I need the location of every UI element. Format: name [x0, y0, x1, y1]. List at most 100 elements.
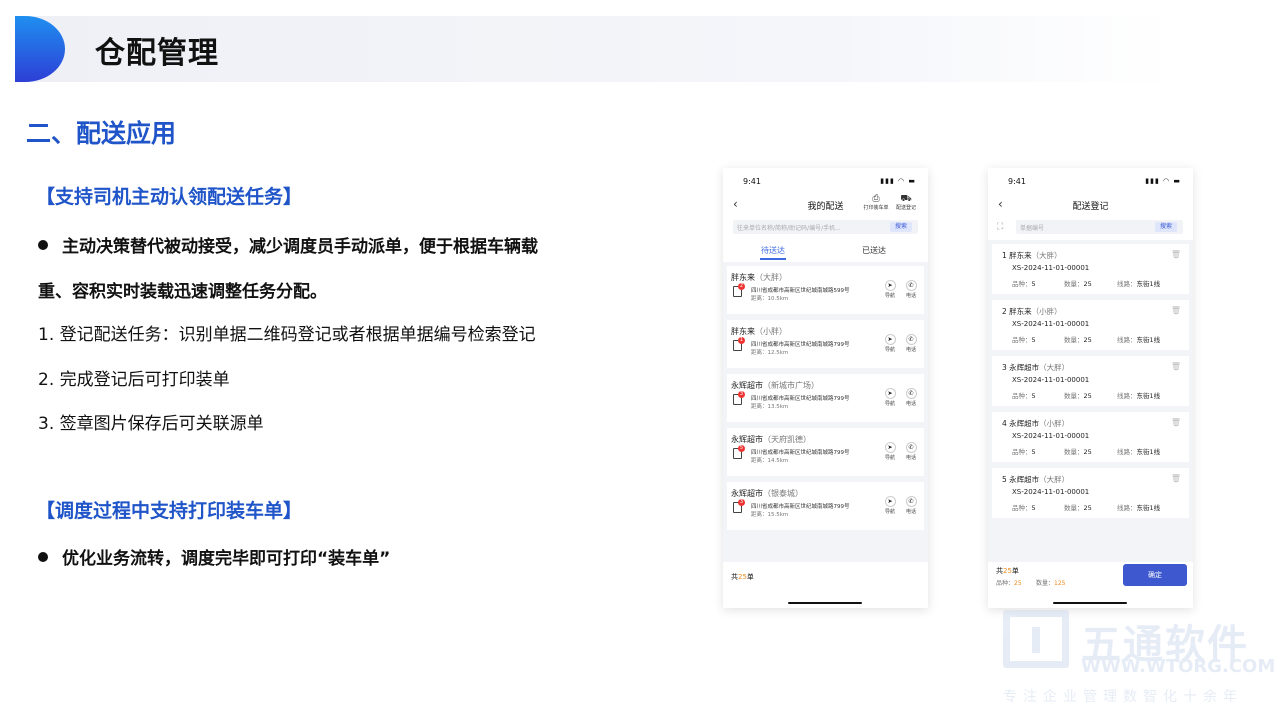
navigate-button[interactable]: ➤ 导航 [882, 334, 898, 353]
record-title: 1 胖东来（大胖） [1002, 250, 1062, 261]
tab-bar: 待送达 已送达 [723, 242, 928, 262]
tab-delivered[interactable]: 已送达 [862, 245, 886, 256]
kinds-label: 品种： [1012, 280, 1032, 288]
route-label: 线路： [1117, 392, 1137, 400]
navigate-label: 导航 [884, 401, 895, 407]
search-input[interactable]: 往来单位名称/简称/助记码/编号/手机... [737, 223, 887, 232]
record-card[interactable]: 2 胖东来（小胖） XS-2024-11-01-00001 品种：5 数量：25… [992, 300, 1189, 350]
qty-label: 数量： [1064, 280, 1084, 288]
total-count: 共25单 [731, 572, 754, 582]
tab-pending[interactable]: 待送达 [761, 245, 785, 256]
search-button[interactable]: 搜索 [889, 222, 912, 232]
footer-qty: 数量：125 [1036, 578, 1065, 587]
record-store: 永辉超市 [1009, 363, 1040, 372]
confirm-button[interactable]: 确定 [1123, 564, 1187, 586]
status-bar: 9:41 ▮▮▮ ◠ ▬ [723, 168, 928, 192]
document-icon: 1 [733, 337, 745, 351]
document-icon: 2 [733, 283, 745, 297]
footer-bar: 共25单 [723, 562, 928, 608]
record-branch: （大胖） [1039, 363, 1070, 372]
route-label: 线路： [1117, 280, 1137, 288]
trash-icon[interactable]: 🗑 [1171, 418, 1181, 427]
kinds-value: 5 [1031, 448, 1036, 456]
footer-kinds-value: 25 [1014, 580, 1022, 587]
record-card[interactable]: 3 永辉超市（大胖） XS-2024-11-01-00001 品种：5 数量：2… [992, 356, 1189, 406]
feature1-bullet-text: 主动决策替代被动接受，减少调度员手动派单，便于根据车辆载 [62, 237, 538, 257]
navigate-button[interactable]: ➤ 导航 [882, 496, 898, 515]
order-store: 永辉超市 [731, 435, 763, 444]
status-bar: 9:41 ▮▮▮ ◠ ▬ [988, 168, 1193, 192]
record-code: XS-2024-11-01-00001 [1012, 432, 1090, 440]
record-qty: 数量：25 [1064, 502, 1092, 512]
route-label: 线路： [1117, 336, 1137, 344]
document-icon: 3 [733, 391, 745, 405]
navigate-button[interactable]: ➤ 导航 [882, 388, 898, 407]
search-bar[interactable]: 往来单位名称/简称/助记码/编号/手机... 搜索 [733, 220, 918, 234]
record-card[interactable]: 4 永辉超市（小胖） XS-2024-11-01-00001 品种：5 数量：2… [992, 412, 1189, 462]
footer-kinds: 品种：25 [996, 578, 1022, 587]
qty-label: 数量： [1036, 580, 1055, 587]
call-button[interactable]: ✆ 电话 [903, 280, 919, 299]
page-title: 仓配管理 [95, 36, 219, 71]
record-qty: 数量：25 [1064, 446, 1092, 456]
record-store: 胖东来 [1009, 251, 1032, 260]
record-code: XS-2024-11-01-00001 [1012, 376, 1090, 384]
record-title: 4 永辉超市（小胖） [1002, 418, 1069, 429]
call-label: 电话 [905, 347, 916, 353]
register-button[interactable]: ⛟ 配送登记 [892, 194, 920, 211]
home-indicator [788, 602, 862, 604]
navigate-button[interactable]: ➤ 导航 [882, 280, 898, 299]
trash-icon[interactable]: 🗑 [1171, 250, 1181, 259]
search-button[interactable]: 搜索 [1154, 222, 1177, 232]
record-kinds: 品种：5 [1012, 502, 1036, 512]
printer-icon: ⎙ [872, 194, 880, 204]
tab-underline [760, 258, 786, 260]
record-index: 2 [1002, 307, 1007, 316]
record-list: 1 胖东来（大胖） XS-2024-11-01-00001 品种：5 数量：25… [988, 240, 1193, 566]
record-route: 线路：东街1线 [1117, 446, 1160, 456]
record-title: 5 永辉超市（大胖） [1002, 474, 1069, 485]
navigate-label: 导航 [884, 509, 895, 515]
qty-value: 25 [1083, 504, 1092, 512]
search-input[interactable]: 单据编号 [1020, 223, 1170, 232]
order-card[interactable]: 永辉超市（银泰城） 3 四川省成都市高新区世纪城南城路799号 距离：15.5k… [727, 482, 924, 530]
navigate-button[interactable]: ➤ 导航 [882, 442, 898, 461]
phone-icon: ✆ [905, 280, 917, 291]
kinds-label: 品种： [1012, 448, 1032, 456]
feature1-item: 3. 签章图片保存后可关联源单 [38, 414, 264, 434]
kinds-label: 品种： [1012, 504, 1032, 512]
order-card[interactable]: 永辉超市（新城市广场） 3 四川省成都市高新区世纪城南城路799号 距离：13.… [727, 374, 924, 422]
qty-value: 25 [1083, 336, 1092, 344]
order-card[interactable]: 胖东来（大胖） 2 四川省成都市高新区世纪城南城路599号 距离：10.5km … [727, 266, 924, 314]
kinds-label: 品种： [1012, 336, 1032, 344]
slide: 仓配管理 二、配送应用 【支持司机主动认领配送任务】 主动决策替代被动接受，减少… [0, 0, 1280, 720]
document-icon: 3 [733, 499, 745, 513]
section-title: 二、配送应用 [26, 119, 177, 148]
record-card[interactable]: 1 胖东来（大胖） XS-2024-11-01-00001 品种：5 数量：25… [992, 244, 1189, 294]
print-loading-button[interactable]: ⎙ 打印装车单 [862, 194, 890, 211]
order-badge: 5 [738, 445, 745, 452]
search-bar[interactable]: 单据编号 搜索 [1016, 220, 1183, 234]
total-number: 25 [738, 573, 747, 581]
order-address: 四川省成都市高新区世纪城南城路799号 [751, 450, 850, 456]
feature1-item: 1. 登记配送任务：识别单据二维码登记或者根据单据编号检索登记 [38, 325, 536, 345]
call-button[interactable]: ✆ 电话 [903, 334, 919, 353]
record-branch: （小胖） [1031, 307, 1062, 316]
status-time: 9:41 [1008, 177, 1026, 186]
call-button[interactable]: ✆ 电话 [903, 442, 919, 461]
record-card[interactable]: 5 永辉超市（大胖） XS-2024-11-01-00001 品种：5 数量：2… [992, 468, 1189, 518]
qty-value: 25 [1083, 280, 1092, 288]
record-qty: 数量：25 [1064, 334, 1092, 344]
trash-icon[interactable]: 🗑 [1171, 306, 1181, 315]
call-button[interactable]: ✆ 电话 [903, 388, 919, 407]
trash-icon[interactable]: 🗑 [1171, 362, 1181, 371]
scan-icon[interactable]: ⛶ [997, 222, 1003, 232]
trash-icon[interactable]: 🗑 [1171, 474, 1181, 483]
kinds-label: 品种： [996, 580, 1015, 587]
order-card[interactable]: 永辉超市（天府凯德） 5 四川省成都市高新区世纪城南城路799号 距离：14.5… [727, 428, 924, 476]
nav-bar: ‹ 我的配送 ⎙ 打印装车单 ⛟ 配送登记 [723, 194, 928, 216]
order-branch: （天府凯德） [763, 435, 811, 444]
call-button[interactable]: ✆ 电话 [903, 496, 919, 515]
qty-label: 数量： [1064, 504, 1084, 512]
order-card[interactable]: 胖东来（小胖） 1 四川省成都市高新区世纪城南城路799号 距离：12.5km … [727, 320, 924, 368]
